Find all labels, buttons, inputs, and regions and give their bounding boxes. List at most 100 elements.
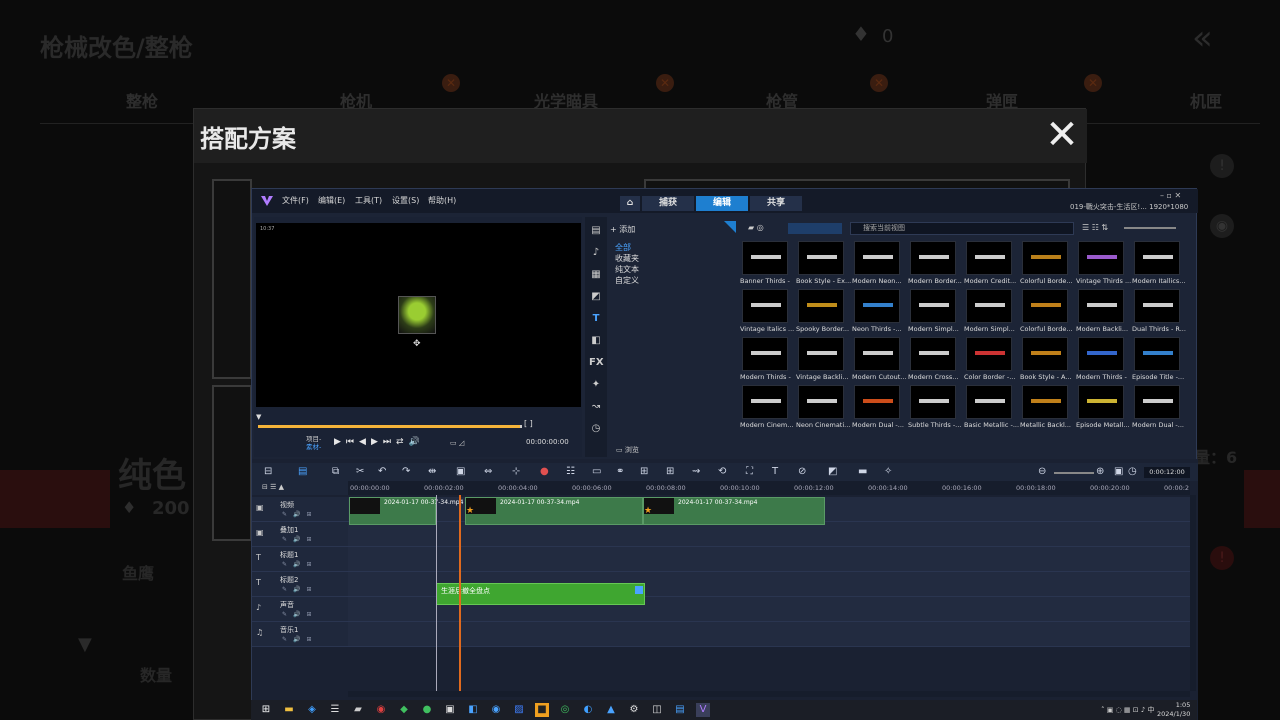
mark-in-out-icon[interactable]: [ ] — [524, 419, 533, 428]
app-icon[interactable]: ▤ — [673, 703, 687, 717]
instant-project-icon[interactable]: ♪ — [589, 247, 603, 261]
title-template-tile[interactable]: Modern Dual -... — [852, 385, 904, 431]
track-header[interactable]: ▣ 叠加1 ✎🔊⊞ — [252, 522, 348, 547]
windows-start-icon[interactable]: ⊞ — [259, 703, 273, 717]
transition-icon[interactable]: ◩ — [589, 291, 603, 305]
app-icon[interactable]: ▨ — [512, 703, 526, 717]
tab-share[interactable]: 共享 — [750, 196, 802, 211]
track-controls[interactable]: ✎🔊⊞ — [282, 636, 318, 643]
filter-icon[interactable]: ▼ — [78, 634, 92, 655]
title-template-tile[interactable]: Vintage Thirds ... — [1076, 241, 1131, 287]
category-custom[interactable]: 自定义 — [615, 275, 639, 286]
effect-icon[interactable]: ✧ — [884, 466, 892, 477]
track-controls[interactable]: ✎🔊⊞ — [282, 511, 318, 518]
preset-card[interactable] — [212, 385, 252, 541]
title-clip[interactable]: 生涯后撤全盘点 — [436, 583, 645, 605]
video-editor-icon[interactable]: V — [696, 703, 710, 717]
preset-card[interactable] — [212, 179, 252, 379]
track-header[interactable]: ♫ 音乐1 ✎🔊⊞ — [252, 622, 348, 647]
subtitle-icon[interactable]: ▭ — [592, 466, 601, 477]
title-template-tile[interactable]: Modern Cinem... — [740, 385, 793, 431]
grid-icon[interactable]: ⊞ — [666, 466, 674, 477]
alert-icon[interactable]: ! — [1210, 546, 1234, 570]
clip-mode-label[interactable]: 素材- — [306, 443, 321, 451]
video-clip[interactable]: 2024-01-17 00-37-34.mp4 — [349, 497, 463, 525]
title-template-tile[interactable]: Dual Thirds - R... — [1132, 289, 1186, 335]
title-template-tile[interactable]: Neon Thirds -... — [852, 289, 902, 335]
record-icon[interactable]: ● — [540, 466, 549, 477]
tab-receiver[interactable]: 机匣 — [1190, 88, 1222, 112]
timeline-view-icon[interactable]: ▤ — [298, 466, 307, 477]
title-template-tile[interactable]: Colorful Borde... — [1020, 241, 1073, 287]
track-lane[interactable] — [348, 522, 1190, 547]
menu-help[interactable]: 帮助(H) — [428, 195, 456, 206]
app-icon[interactable]: ▣ — [443, 703, 457, 717]
taskbar-clock[interactable]: 1:05 2024/1/30 — [1157, 701, 1190, 719]
edge-icon[interactable]: ◉ — [489, 703, 503, 717]
media-icon[interactable]: ▤ — [589, 225, 603, 239]
tracking-icon[interactable]: ⇝ — [692, 466, 700, 477]
template-icon[interactable]: ▦ — [589, 269, 603, 283]
app-icon[interactable]: ◐ — [581, 703, 595, 717]
menu-file[interactable]: 文件(F) — [282, 195, 309, 206]
title-template-tile[interactable]: Spooky Border... — [796, 289, 849, 335]
sparkle-icon[interactable]: ✦ — [589, 379, 603, 393]
title-template-tile[interactable]: Metallic Backl... — [1020, 385, 1071, 431]
track-controls[interactable]: ✎🔊⊞ — [282, 536, 318, 543]
speed-icon[interactable]: ⊘ — [798, 466, 806, 477]
title-template-tile[interactable]: Modern Thirds - — [740, 337, 791, 383]
clock-icon[interactable]: ◷ — [1128, 466, 1137, 477]
title-template-tile[interactable]: Vintage Backli... — [796, 337, 849, 383]
chrome-icon[interactable]: ◉ — [374, 703, 388, 717]
app-icon[interactable]: ◎ — [558, 703, 572, 717]
timeline-ruler[interactable]: 00:00:00:00 00:00:02:00 00:00:04:00 00:00:0… — [348, 481, 1190, 495]
project-mode-label[interactable]: 项目- — [306, 435, 321, 443]
title-template-tile[interactable]: Book Style - A... — [1020, 337, 1072, 383]
fit-project-icon[interactable]: ▣ — [1114, 466, 1123, 477]
path-icon[interactable]: ↝ — [589, 401, 603, 415]
title-template-tile[interactable]: Modern Dual -... — [1132, 385, 1184, 431]
app-icon[interactable]: ◈ — [305, 703, 319, 717]
track-manager-icon[interactable]: ⊟ ☰ ▲ — [262, 483, 284, 491]
thumbnail-size-slider[interactable] — [1124, 227, 1176, 229]
track-lane[interactable] — [348, 622, 1190, 647]
eye-icon[interactable]: ◉ — [1210, 214, 1234, 238]
preview-screen[interactable]: 10:37 ✥ — [256, 223, 581, 407]
title-template-tile[interactable]: Colorful Borde... — [1020, 289, 1073, 335]
folder-icon[interactable]: ▰ ◎ — [748, 223, 764, 232]
search-input[interactable]: 搜索当前视图 — [850, 222, 1074, 235]
track-controls[interactable]: ✎🔊⊞ — [282, 561, 318, 568]
title-template-tile[interactable]: Modern Simpl... — [908, 289, 959, 335]
wechat-icon[interactable]: ● — [420, 703, 434, 717]
track-header[interactable]: ▣ 视频 ✎🔊⊞ — [252, 497, 348, 522]
image-icon[interactable]: ▣ — [456, 466, 465, 477]
title-template-tile[interactable]: Neon Cinemati... — [796, 385, 850, 431]
title-template-tile[interactable]: Modern Simpl... — [964, 289, 1015, 335]
title-template-tile[interactable]: Modern Neon... — [852, 241, 902, 287]
media-filter-buttons[interactable] — [788, 223, 842, 234]
title-template-tile[interactable]: Modern Cutout... — [852, 337, 907, 383]
vertical-scrollbar[interactable] — [1190, 495, 1196, 691]
zoom-fit-icon[interactable]: ⛶ — [746, 466, 753, 477]
system-tray-icons[interactable]: ˄ ▣ ◌ ▦ ⊡ ♪ 中 — [1101, 705, 1155, 715]
close-icon[interactable]: ✕ — [1042, 115, 1082, 155]
track-header[interactable]: T 标题2 ✎🔊⊞ — [252, 572, 348, 597]
redo-icon[interactable]: ↷ — [402, 466, 410, 477]
zoom-out-icon[interactable]: ⊖ — [1038, 466, 1046, 477]
category-favorites[interactable]: 收藏夹 — [615, 253, 639, 264]
track-controls[interactable]: ✎🔊⊞ — [282, 586, 318, 593]
title-template-tile[interactable]: Episode Metall... — [1076, 385, 1130, 431]
copy-icon[interactable]: ⧉ — [332, 466, 339, 477]
category-plain-text[interactable]: 纯文本 — [615, 264, 639, 275]
resolution-icon[interactable]: ▭ ◿ — [450, 439, 464, 447]
title-template-tile[interactable]: Subtle Thirds -... — [908, 385, 961, 431]
tab-edit[interactable]: 编辑 — [696, 196, 748, 211]
app-icon[interactable]: ◫ — [650, 703, 664, 717]
video-clip[interactable]: ★ 2024-01-17 00-37-34.mp4 — [643, 497, 825, 525]
horizontal-scrollbar[interactable] — [348, 691, 1190, 697]
title-template-tile[interactable]: Episode Title -... — [1132, 337, 1184, 383]
link-icon[interactable]: ⚭ — [616, 466, 624, 477]
graphics-icon[interactable]: ◧ — [589, 335, 603, 349]
view-mode-icons[interactable]: ☰ ☷ ⇅ — [1082, 223, 1108, 232]
motion-icon[interactable]: ⊞ — [640, 466, 648, 477]
